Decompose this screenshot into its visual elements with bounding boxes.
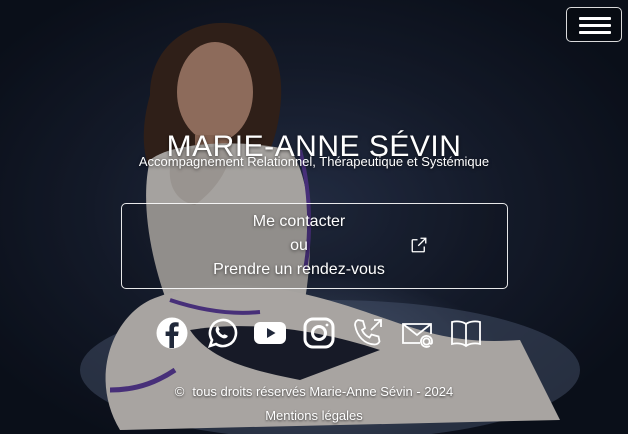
- facebook-icon[interactable]: [155, 316, 189, 350]
- hamburger-icon-bar: [579, 24, 611, 27]
- copyright-label: tous droits réservés Marie-Anne Sévin - …: [192, 384, 454, 399]
- whatsapp-icon[interactable]: [204, 316, 238, 350]
- phone-icon[interactable]: [351, 316, 385, 350]
- site-tagline: Accompagnement Relationnel, Thérapeutiqu…: [138, 154, 490, 169]
- book-icon[interactable]: [449, 316, 483, 350]
- menu-toggle-button[interactable]: [566, 7, 622, 42]
- contact-button[interactable]: Me contacter ou Prendre un rendez-vous: [121, 203, 508, 289]
- legal-notice-link[interactable]: Mentions légales: [0, 408, 628, 423]
- contact-line-1: Me contacter: [252, 213, 346, 230]
- hero-section: MARIE-ANNE SÉVIN Accompagnement Relation…: [0, 0, 628, 434]
- hamburger-icon-bar: [579, 17, 611, 20]
- youtube-icon[interactable]: [253, 316, 287, 350]
- copyright-icon: ©: [174, 384, 185, 399]
- external-link-icon: [411, 237, 427, 253]
- instagram-icon[interactable]: [302, 316, 336, 350]
- hamburger-icon-bar: [579, 31, 611, 34]
- social-links: [155, 316, 483, 352]
- copyright-text: © tous droits réservés Marie-Anne Sévin -…: [0, 384, 628, 399]
- email-icon[interactable]: [400, 316, 434, 350]
- contact-line-3: Prendre un rendez-vous: [213, 261, 385, 278]
